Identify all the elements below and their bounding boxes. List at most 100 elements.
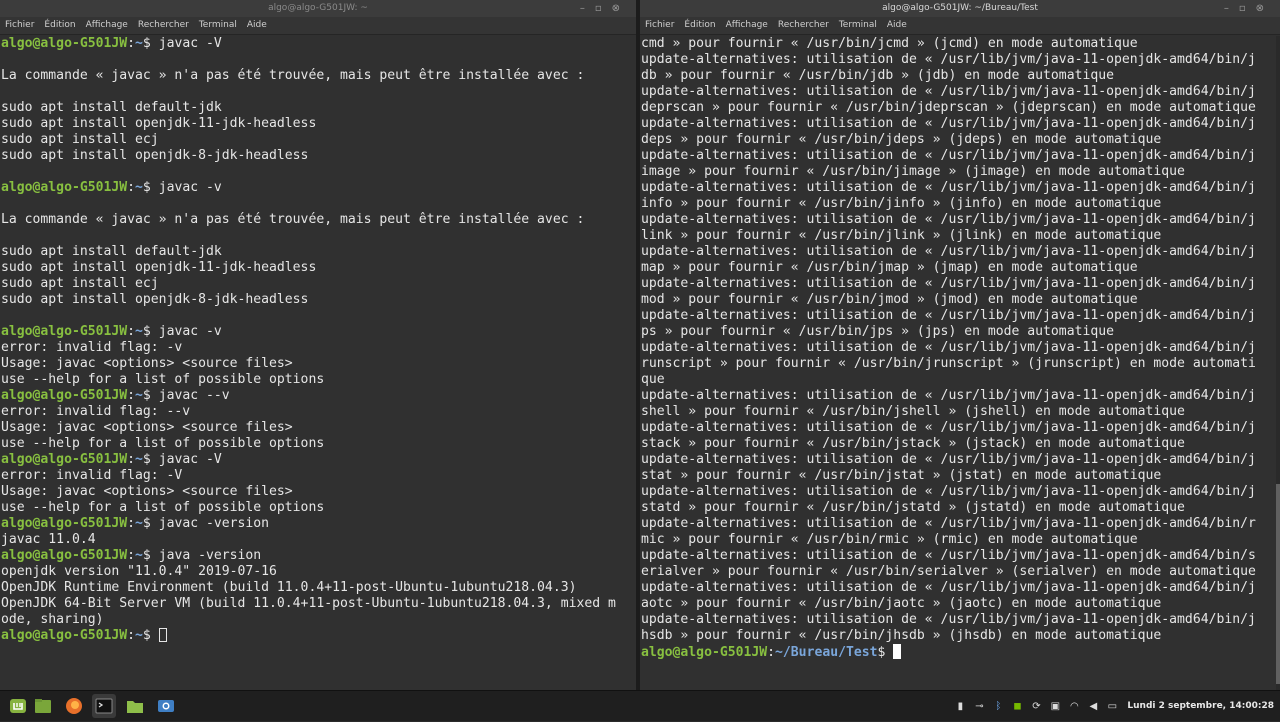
command-text: $ javac -V [142, 36, 222, 51]
terminal-window-left[interactable]: algo@algo-G501JW: ~ –▫⊗ Fichier Édition Af… [0, 0, 636, 690]
maximize-icon[interactable]: ▫ [1239, 3, 1256, 14]
terminal-line: deps » pour fournir « /usr/bin/jdeps » (… [641, 132, 1279, 148]
volume-icon[interactable]: ◀ [1087, 700, 1099, 712]
command-text: $ javac -V [142, 452, 222, 467]
minimize-icon[interactable]: – [1224, 3, 1239, 14]
output-text: error: invalid flag: -v [1, 340, 183, 355]
terminal-line: Usage: javac <options> <source files> [1, 484, 635, 500]
terminal-line: statd » pour fournir « /usr/bin/jstatd »… [641, 500, 1279, 516]
output-text: mic » pour fournir « /usr/bin/rmic » (rm… [641, 532, 1138, 547]
prompt-user: algo@algo-G501JW [1, 628, 128, 643]
terminal-line: algo@algo-G501JW:~$ javac -V [1, 452, 635, 468]
window-title: algo@algo-G501JW: ~/Bureau/Test [882, 3, 1038, 13]
bluetooth-icon[interactable]: ᛒ [992, 700, 1004, 712]
menu-fichier[interactable]: Fichier [645, 20, 674, 30]
menu-bar: Fichier Édition Affichage Rechercher Termina… [0, 17, 636, 35]
terminal-line: javac 11.0.4 [1, 532, 635, 548]
menu-fichier[interactable]: Fichier [5, 20, 34, 30]
scrollbar-thumb[interactable] [1276, 484, 1280, 684]
menu-rechercher[interactable]: Rechercher [138, 20, 189, 30]
terminal-line: sudo apt install openjdk-11-jdk-headless [1, 116, 635, 132]
terminal-line: update-alternatives: utilisation de « /u… [641, 452, 1279, 468]
command-text: $ [877, 645, 894, 660]
folder-icon[interactable] [123, 694, 147, 718]
command-text: $ [142, 628, 159, 643]
menu-affichage[interactable]: Affichage [86, 20, 128, 30]
taskbar: ▮ ⊸ ᛒ ◼ ⟳ ▣ ◠ ◀ ▭ Lundi 2 septembre, 14:… [0, 690, 1280, 721]
menu-bar: Fichier Édition Affichage Rechercher Termina… [640, 17, 1280, 35]
output-text: map » pour fournir « /usr/bin/jmap » (jm… [641, 260, 1138, 275]
window-titlebar[interactable]: algo@algo-G501JW: ~/Bureau/Test –▫⊗ [640, 0, 1280, 17]
menu-aide[interactable]: Aide [247, 20, 267, 30]
prompt-path: ~ [135, 36, 143, 51]
update-icon[interactable]: ⟳ [1030, 700, 1042, 712]
output-text: update-alternatives: utilisation de « /u… [641, 420, 1256, 435]
command-text: $ javac -v [142, 324, 222, 339]
bag-icon[interactable]: ▮ [954, 700, 966, 712]
window-controls[interactable]: –▫⊗ [580, 0, 630, 17]
output-text: update-alternatives: utilisation de « /u… [641, 340, 1256, 355]
clock[interactable]: Lundi 2 septembre, 14:00:28 [1127, 701, 1274, 711]
system-tray: ▮ ⊸ ᛒ ◼ ⟳ ▣ ◠ ◀ ▭ Lundi 2 septembre, 14:… [954, 691, 1274, 721]
screenshot-icon[interactable] [154, 694, 178, 718]
disk-icon[interactable]: ▣ [1049, 700, 1061, 712]
output-text: error: invalid flag: --v [1, 404, 191, 419]
prompt-user: algo@algo-G501JW [1, 452, 128, 467]
terminal-line: La commande « javac » n'a pas été trouvé… [1, 212, 635, 228]
terminal-line: sudo apt install openjdk-8-jdk-headless [1, 292, 635, 308]
terminal-line: update-alternatives: utilisation de « /u… [641, 276, 1279, 292]
menu-aide[interactable]: Aide [887, 20, 907, 30]
terminal-line: algo@algo-G501JW:~$ [1, 628, 635, 644]
wifi-icon[interactable]: ◠ [1068, 700, 1080, 712]
terminal-window-right[interactable]: algo@algo-G501JW: ~/Bureau/Test –▫⊗ Fich… [640, 0, 1280, 690]
terminal-line: algo@algo-G501JW:~$ java -version [1, 548, 635, 564]
nvidia-icon[interactable]: ◼ [1011, 700, 1023, 712]
prompt-user: algo@algo-G501JW [1, 548, 128, 563]
output-text: sudo apt install ecj [1, 276, 159, 291]
terminal-line: error: invalid flag: --v [1, 404, 635, 420]
menu-terminal[interactable]: Terminal [839, 20, 877, 30]
terminal-line: error: invalid flag: -V [1, 468, 635, 484]
window-controls[interactable]: –▫⊗ [1224, 0, 1274, 17]
menu-terminal[interactable]: Terminal [199, 20, 237, 30]
battery-icon[interactable]: ▭ [1106, 700, 1118, 712]
terminal-output[interactable]: cmd » pour fournir « /usr/bin/jcmd » (jc… [640, 36, 1280, 690]
output-text: use --help for a list of possible option… [1, 500, 325, 515]
output-text: update-alternatives: utilisation de « /u… [641, 52, 1256, 67]
menu-edition[interactable]: Édition [44, 20, 75, 30]
firefox-icon[interactable] [62, 694, 86, 718]
text-cursor [158, 628, 167, 642]
output-text: use --help for a list of possible option… [1, 372, 325, 387]
close-icon[interactable]: ⊗ [612, 3, 630, 14]
output-text: OpenJDK 64-Bit Server VM (build 11.0.4+1… [1, 596, 616, 611]
output-text: image » pour fournir « /usr/bin/jimage »… [641, 164, 1185, 179]
output-text: update-alternatives: utilisation de « /u… [641, 484, 1256, 499]
terminal-line: algo@algo-G501JW:~$ javac -version [1, 516, 635, 532]
window-titlebar[interactable]: algo@algo-G501JW: ~ –▫⊗ [0, 0, 636, 17]
terminal-icon[interactable] [92, 694, 116, 718]
minimize-icon[interactable]: – [580, 3, 595, 14]
menu-edition[interactable]: Édition [684, 20, 715, 30]
output-text: update-alternatives: utilisation de « /u… [641, 84, 1256, 99]
output-text: stack » pour fournir « /usr/bin/jstack »… [641, 436, 1185, 451]
menu-affichage[interactable]: Affichage [726, 20, 768, 30]
menu-rechercher[interactable]: Rechercher [778, 20, 829, 30]
files-icon[interactable] [31, 694, 55, 718]
terminal-output[interactable]: algo@algo-G501JW:~$ javac -V La commande … [0, 36, 636, 690]
terminal-line: update-alternatives: utilisation de « /u… [641, 580, 1279, 596]
terminal-line: update-alternatives: utilisation de « /u… [641, 612, 1279, 628]
terminal-line: runscript » pour fournir « /usr/bin/jrun… [641, 356, 1279, 372]
terminal-line: OpenJDK Runtime Environment (build 11.0.… [1, 580, 635, 596]
link-icon[interactable]: ⊸ [973, 700, 985, 712]
close-icon[interactable]: ⊗ [1256, 3, 1274, 14]
maximize-icon[interactable]: ▫ [595, 3, 612, 14]
output-text: Usage: javac <options> <source files> [1, 356, 293, 371]
prompt-separator: : [127, 324, 136, 339]
output-text: hsdb » pour fournir « /usr/bin/jhsdb » (… [641, 628, 1162, 643]
prompt-user: algo@algo-G501JW [1, 180, 128, 195]
prompt-user: algo@algo-G501JW [1, 516, 128, 531]
output-text: update-alternatives: utilisation de « /u… [641, 180, 1256, 195]
menu-icon[interactable] [6, 694, 30, 718]
terminal-line: update-alternatives: utilisation de « /u… [641, 484, 1279, 500]
